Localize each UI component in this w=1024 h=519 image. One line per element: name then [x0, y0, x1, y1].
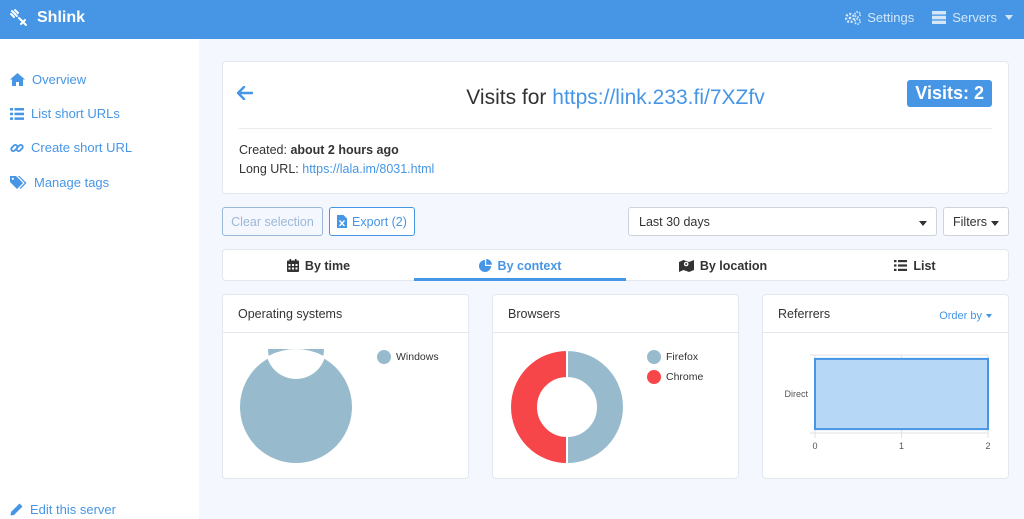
order-by-dropdown[interactable]: Order by: [939, 310, 992, 322]
chart-legend: Windows: [377, 347, 439, 367]
sidebar: Overview List short URLs Create short UR…: [0, 39, 199, 519]
card-header: Browsers: [493, 295, 738, 333]
sidebar-item-edit-server[interactable]: Edit this server: [10, 502, 116, 517]
legend-item[interactable]: Windows: [377, 347, 439, 367]
y-tick-label: Direct: [784, 389, 808, 399]
card-title: Operating systems: [238, 307, 343, 321]
caret-down-icon: [919, 221, 927, 226]
brand-link[interactable]: Shlink: [9, 8, 85, 28]
list-icon: [894, 260, 908, 271]
doughnut-slice-chrome[interactable]: [509, 349, 568, 465]
order-by-label: Order by: [939, 310, 982, 322]
long-url-label: Long URL:: [239, 162, 299, 176]
legend-item[interactable]: Chrome: [647, 367, 703, 387]
servers-label: Servers: [952, 10, 997, 25]
pencil-icon: [10, 503, 23, 516]
title-prefix: Visits for: [466, 86, 547, 109]
gears-icon: [845, 10, 862, 25]
visits-count-badge: Visits: 2: [907, 80, 992, 107]
visits-tabs: By time By context By location List: [222, 249, 1009, 281]
caret-down-icon: [986, 314, 992, 318]
file-excel-icon: [337, 215, 348, 228]
tab-by-time[interactable]: By time: [223, 250, 414, 281]
sidebar-item-label: Edit this server: [30, 502, 116, 517]
legend-swatch: [647, 370, 661, 384]
doughnut-slice-firefox[interactable]: [566, 349, 625, 465]
card-title: Referrers: [778, 307, 831, 321]
legend-swatch: [377, 350, 391, 364]
export-label: Export (2): [352, 214, 407, 229]
tab-by-location[interactable]: By location: [626, 250, 820, 281]
clear-selection-button[interactable]: Clear selection: [222, 207, 323, 236]
legend-label: Windows: [396, 351, 439, 363]
server-icon: [932, 11, 947, 24]
home-icon: [10, 73, 25, 86]
legend-item[interactable]: Firefox: [647, 347, 703, 367]
date-range-select[interactable]: Last 30 days: [628, 207, 937, 236]
legend-label: Chrome: [666, 371, 704, 383]
x-tick-label: 1: [899, 441, 904, 451]
link-icon: [10, 143, 24, 152]
x-tick-label: 0: [812, 441, 817, 451]
tab-list[interactable]: List: [820, 250, 1010, 281]
legend-label: Firefox: [666, 351, 699, 363]
caret-down-icon: [991, 221, 999, 226]
sidebar-item-overview[interactable]: Overview: [10, 72, 86, 87]
long-url-line: Long URL: https://lala.im/8031.html: [239, 162, 434, 176]
map-icon: [678, 260, 694, 272]
calendar-icon: [286, 259, 299, 272]
x-tick-label: 2: [985, 441, 990, 451]
date-range-value: Last 30 days: [639, 215, 710, 229]
card-title: Browsers: [508, 307, 561, 321]
operating-systems-doughnut-chart: [238, 349, 354, 465]
visits-header-card: Visits for https://link.233.fi/7XZfv Vis…: [222, 61, 1009, 194]
tags-icon: [10, 176, 27, 189]
sidebar-item-manage-tags[interactable]: Manage tags: [10, 175, 109, 190]
referrers-card: Referrers Order by Direct 0 1 2: [762, 294, 1009, 479]
settings-link[interactable]: Settings: [845, 10, 914, 25]
caret-down-icon: [1005, 15, 1013, 20]
tab-label: List: [913, 258, 936, 273]
created-line: Created: about 2 hours ago: [239, 143, 399, 157]
page-title: Visits for https://link.233.fi/7XZfv: [223, 86, 1008, 110]
sidebar-item-list-short-urls[interactable]: List short URLs: [10, 106, 120, 121]
list-icon: [10, 107, 24, 120]
sidebar-item-label: Create short URL: [31, 140, 133, 155]
browsers-card: Browsers Firefox Chrome: [492, 294, 739, 479]
sidebar-item-label: Overview: [32, 72, 87, 87]
clear-selection-label: Clear selection: [231, 214, 314, 229]
pie-chart-icon: [478, 259, 492, 272]
export-button[interactable]: Export (2): [329, 207, 415, 236]
shlink-logo-icon: [10, 9, 27, 26]
tab-label: By context: [497, 258, 562, 273]
chart-legend: Firefox Chrome: [647, 347, 703, 387]
active-tab-indicator: [414, 278, 626, 281]
operating-systems-card: Operating systems Windows: [222, 294, 469, 479]
long-url-link[interactable]: https://lala.im/8031.html: [302, 162, 434, 176]
browsers-doughnut-chart: [509, 349, 625, 465]
card-header: Operating systems: [223, 295, 468, 333]
sidebar-item-label: List short URLs: [31, 106, 120, 121]
settings-label: Settings: [867, 10, 915, 25]
short-url-link[interactable]: https://link.233.fi/7XZfv: [552, 86, 764, 109]
tab-label: By location: [699, 258, 768, 273]
referrer-bar[interactable]: [814, 357, 989, 431]
top-navbar: Shlink Settings Servers: [0, 0, 1024, 39]
filters-label: Filters: [953, 215, 988, 229]
divider: [239, 128, 992, 129]
created-value: about 2 hours ago: [290, 143, 399, 157]
created-label: Created:: [239, 143, 287, 157]
legend-swatch: [647, 350, 661, 364]
tab-label: By time: [304, 258, 351, 273]
sidebar-item-label: Manage tags: [34, 175, 110, 190]
app-title: Shlink: [37, 9, 86, 26]
tab-by-context[interactable]: By context: [414, 250, 626, 281]
filters-dropdown[interactable]: Filters: [943, 207, 1009, 236]
sidebar-item-create-short-url[interactable]: Create short URL: [10, 140, 132, 155]
referrers-bar-chart: Direct 0 1 2: [784, 354, 991, 451]
servers-dropdown[interactable]: Servers: [932, 10, 1013, 25]
